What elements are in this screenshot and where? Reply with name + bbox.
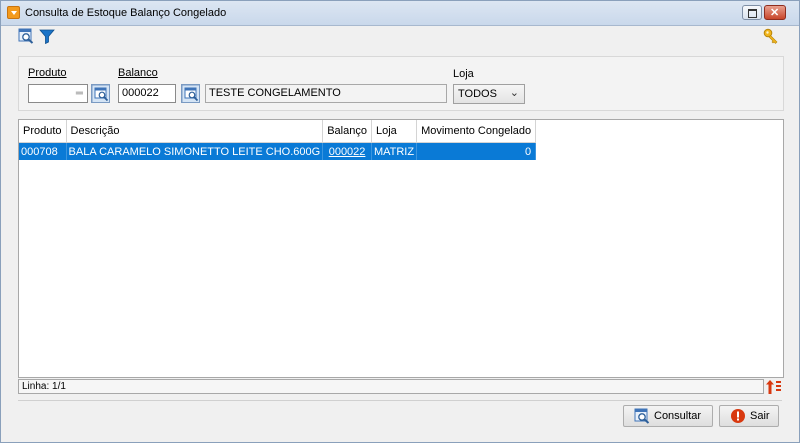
cell-movimento-congelado[interactable]: 0 xyxy=(416,142,537,160)
search-window-icon[interactable] xyxy=(18,28,34,44)
loja-select[interactable]: TODOS ⌄ xyxy=(453,84,525,104)
loja-selected-value: TODOS xyxy=(458,88,497,100)
cell-balanco-link[interactable]: 000022 xyxy=(322,142,372,160)
column-header-balanco[interactable]: Balanço xyxy=(322,120,372,143)
balanco-value: 000022 xyxy=(122,87,159,99)
balanco-lookup-button[interactable] xyxy=(181,84,200,103)
window-title: Consulta de Estoque Balanço Congelado xyxy=(25,7,227,19)
title-bar[interactable]: Consulta de Estoque Balanço Congelado xyxy=(1,1,799,26)
balanco-description-field: TESTE CONGELAMENTO xyxy=(205,84,447,103)
produto-field[interactable]: ═ xyxy=(28,84,88,103)
consultar-button[interactable]: Consultar xyxy=(623,405,713,427)
column-header-loja[interactable]: Loja xyxy=(371,120,418,143)
cell-loja[interactable]: MATRIZ xyxy=(371,142,418,160)
main-window: Consulta de Estoque Balanço Congelado Pr… xyxy=(0,0,800,443)
table-row[interactable]: 000708 BALA CARAMELO SIMONETTO LEITE CHO… xyxy=(19,142,537,160)
consultar-label: Consultar xyxy=(654,410,702,422)
exit-icon xyxy=(731,409,745,423)
column-header-descricao[interactable]: Descrição xyxy=(66,120,324,143)
balanco-field[interactable]: 000022 xyxy=(118,84,176,103)
produto-label: Produto xyxy=(28,67,67,79)
footer-bar: Consultar Sair xyxy=(18,400,782,430)
grid-header-row: Produto Descrição Balanço Loja Movimento… xyxy=(19,120,537,143)
equals-icon: ═ xyxy=(75,88,83,99)
cell-descricao[interactable]: BALA CARAMELO SIMONETTO LEITE CHO.600G xyxy=(66,142,324,160)
balanco-description: TESTE CONGELAMENTO xyxy=(209,87,341,99)
loja-label: Loja xyxy=(453,68,474,80)
criteria-panel: Produto ═ Balanco 000022 TESTE CONGELAME… xyxy=(18,56,784,111)
sort-order-icon[interactable] xyxy=(766,380,782,394)
row-count-text: Linha: 1/1 xyxy=(22,381,66,392)
close-button[interactable] xyxy=(764,5,786,20)
column-header-movimento-congelado[interactable]: Movimento Congelado xyxy=(416,120,537,143)
sair-label: Sair xyxy=(750,410,770,422)
produto-lookup-button[interactable] xyxy=(91,84,110,103)
chevron-down-icon: ⌄ xyxy=(509,87,519,99)
key-icon[interactable] xyxy=(763,28,779,44)
column-header-produto[interactable]: Produto xyxy=(19,120,67,143)
search-window-icon xyxy=(634,408,650,424)
sair-button[interactable]: Sair xyxy=(719,405,779,427)
cell-produto[interactable]: 000708 xyxy=(19,142,67,160)
balanco-label: Balanco xyxy=(118,67,158,79)
app-menu-icon[interactable] xyxy=(7,6,20,19)
filter-icon[interactable] xyxy=(39,28,55,44)
restore-button[interactable] xyxy=(742,5,762,20)
results-grid[interactable]: Produto Descrição Balanço Loja Movimento… xyxy=(18,119,784,378)
status-bar: Linha: 1/1 xyxy=(18,379,764,394)
